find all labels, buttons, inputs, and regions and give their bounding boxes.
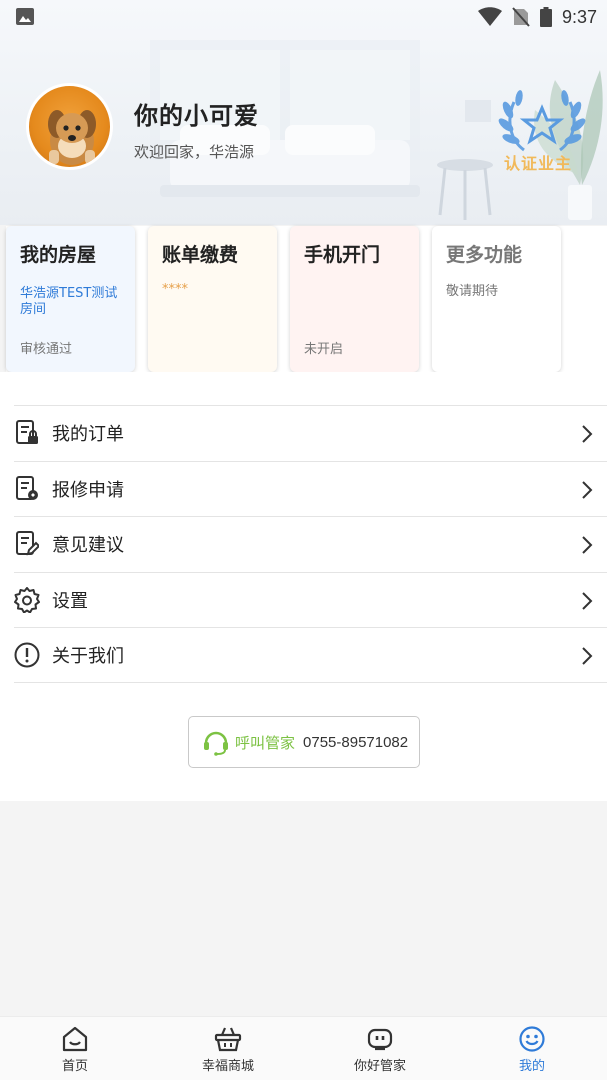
- card-title: 我的房屋: [20, 244, 97, 266]
- menu-label: 我的订单: [52, 424, 124, 446]
- menu-label: 设置: [52, 590, 88, 612]
- menu-item-feedback[interactable]: 意见建议: [14, 516, 607, 572]
- chevron-right-icon: [582, 480, 593, 499]
- repair-icon: [14, 475, 40, 502]
- menu-item-about[interactable]: 关于我们: [14, 627, 607, 683]
- chevron-right-icon: [582, 647, 593, 665]
- menu-label: 意见建议: [52, 535, 124, 557]
- basket-icon: [214, 1027, 242, 1052]
- quick-cards: 我的房屋 华浩源TEST测试房间 审核通过 账单缴费 **** 手机开门 未开启…: [6, 226, 607, 372]
- chevron-right-icon: [582, 425, 593, 443]
- card-subtitle: 华浩源TEST测试房间: [20, 286, 118, 317]
- settings-menu: 我的订单 报修申请 意见建议 设置 关于我们: [14, 405, 607, 683]
- image-notification-icon: [16, 8, 34, 25]
- no-sim-icon: [512, 7, 530, 27]
- card-title: 更多功能: [446, 244, 523, 266]
- tab-label: 你好管家: [353, 1059, 406, 1074]
- tab-label: 幸福商城: [201, 1059, 254, 1074]
- card-phone-door[interactable]: 手机开门 未开启: [290, 226, 419, 372]
- headset-icon: [204, 731, 228, 756]
- card-my-house[interactable]: 我的房屋 华浩源TEST测试房间 审核通过: [6, 226, 135, 372]
- menu-item-repair[interactable]: 报修申请: [14, 460, 607, 517]
- welcome-text: 欢迎回家，华浩源: [134, 143, 255, 161]
- status-bar: 9:37: [0, 0, 607, 34]
- tab-home[interactable]: 首页: [15, 1025, 135, 1074]
- menu-item-orders[interactable]: 我的订单: [14, 405, 607, 461]
- menu-label: 关于我们: [52, 645, 124, 667]
- chevron-right-icon: [582, 591, 593, 610]
- call-butler-button[interactable]: 呼叫管家 0755-89571082: [188, 716, 420, 768]
- tab-label: 我的: [518, 1059, 545, 1074]
- card-status: 未开启: [304, 342, 344, 357]
- smile-icon: [519, 1026, 545, 1052]
- call-butler-label: 呼叫管家: [235, 733, 296, 752]
- bottom-tab-bar: 首页 幸福商城 你好管家 我的: [0, 1016, 607, 1080]
- clock: 9:37: [561, 6, 597, 27]
- tab-butler[interactable]: 你好管家: [320, 1025, 440, 1074]
- avatar[interactable]: [26, 83, 113, 170]
- card-bill-payment[interactable]: 账单缴费 ****: [148, 226, 277, 372]
- robot-icon: [367, 1028, 393, 1051]
- card-subtitle: 敬请期待: [446, 284, 499, 299]
- gear-icon: [14, 586, 40, 613]
- battery-icon: [539, 7, 552, 27]
- certified-owner-label: 认证业主: [504, 154, 573, 173]
- tab-mine[interactable]: 我的: [472, 1025, 592, 1074]
- chevron-right-icon: [582, 536, 593, 554]
- card-title: 手机开门: [304, 244, 381, 266]
- tab-label: 首页: [61, 1059, 88, 1074]
- card-status: 审核通过: [20, 342, 73, 357]
- feedback-icon: [14, 531, 40, 557]
- card-more-features[interactable]: 更多功能 敬请期待: [432, 226, 561, 372]
- card-subtitle: ****: [162, 282, 188, 297]
- menu-item-settings[interactable]: 设置: [14, 571, 607, 628]
- order-icon: [14, 420, 40, 446]
- info-icon: [14, 642, 40, 668]
- phone-number: 0755-89571082: [303, 733, 409, 751]
- menu-label: 报修申请: [52, 479, 124, 501]
- card-title: 账单缴费: [162, 244, 239, 266]
- user-name: 你的小可爱: [134, 102, 259, 130]
- home-icon: [62, 1026, 88, 1052]
- wifi-icon: [477, 7, 502, 26]
- tab-mall[interactable]: 幸福商城: [168, 1025, 288, 1074]
